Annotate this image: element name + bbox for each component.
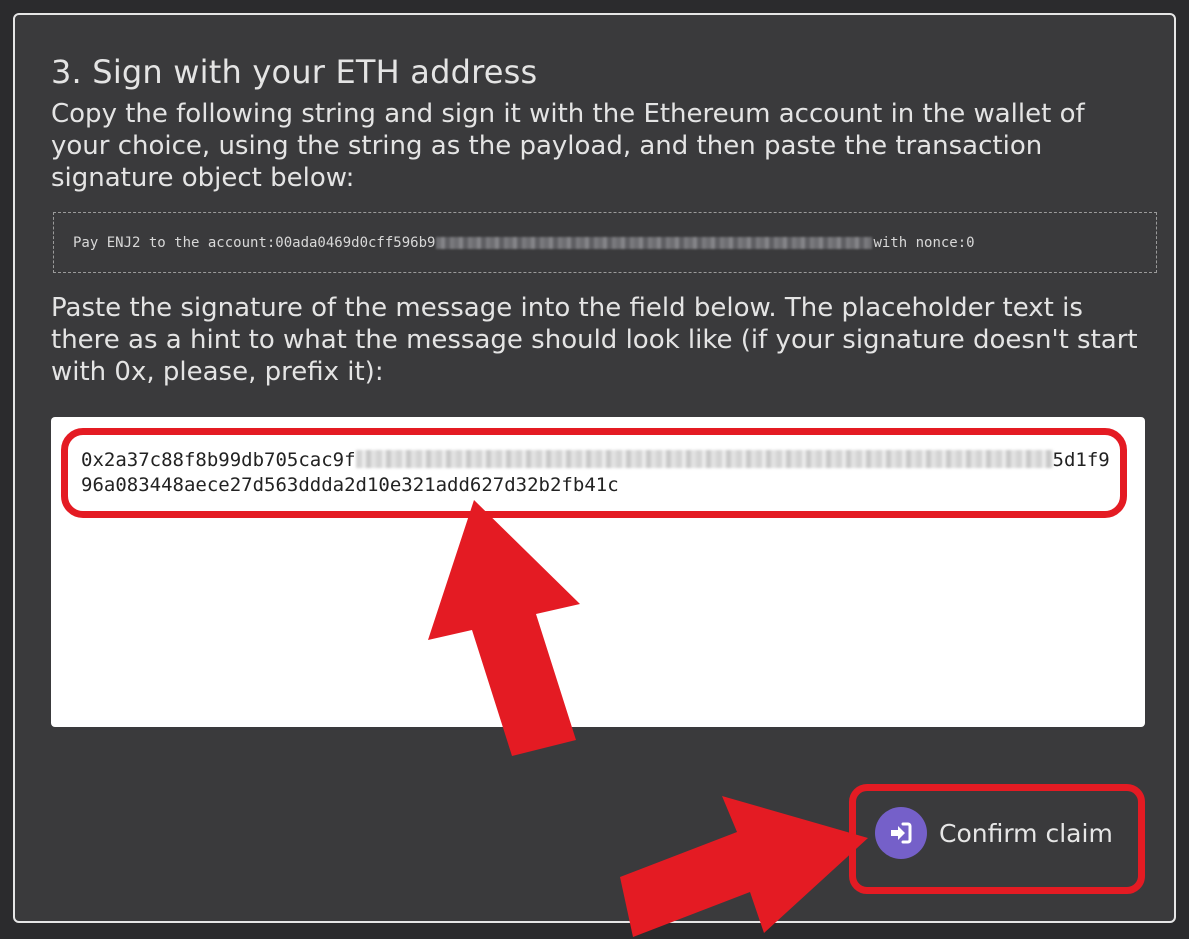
message-suffix: with nonce:0 [873,234,975,251]
step-title: 3. Sign with your ETH address [51,53,538,91]
message-prefix: Pay ENJ2 to the account:00ada0469d0cff59… [73,234,436,251]
signature-highlight-outline [61,428,1127,518]
message-to-sign[interactable]: Pay ENJ2 to the account:00ada0469d0cff59… [53,212,1157,273]
claim-panel: 3. Sign with your ETH address Copy the f… [13,13,1176,923]
signature-help-text: Paste the signature of the message into … [51,293,1138,387]
redacted-address [436,236,873,249]
button-highlight-outline [849,784,1145,894]
instructions-text: Copy the following string and sign it wi… [51,99,1085,193]
